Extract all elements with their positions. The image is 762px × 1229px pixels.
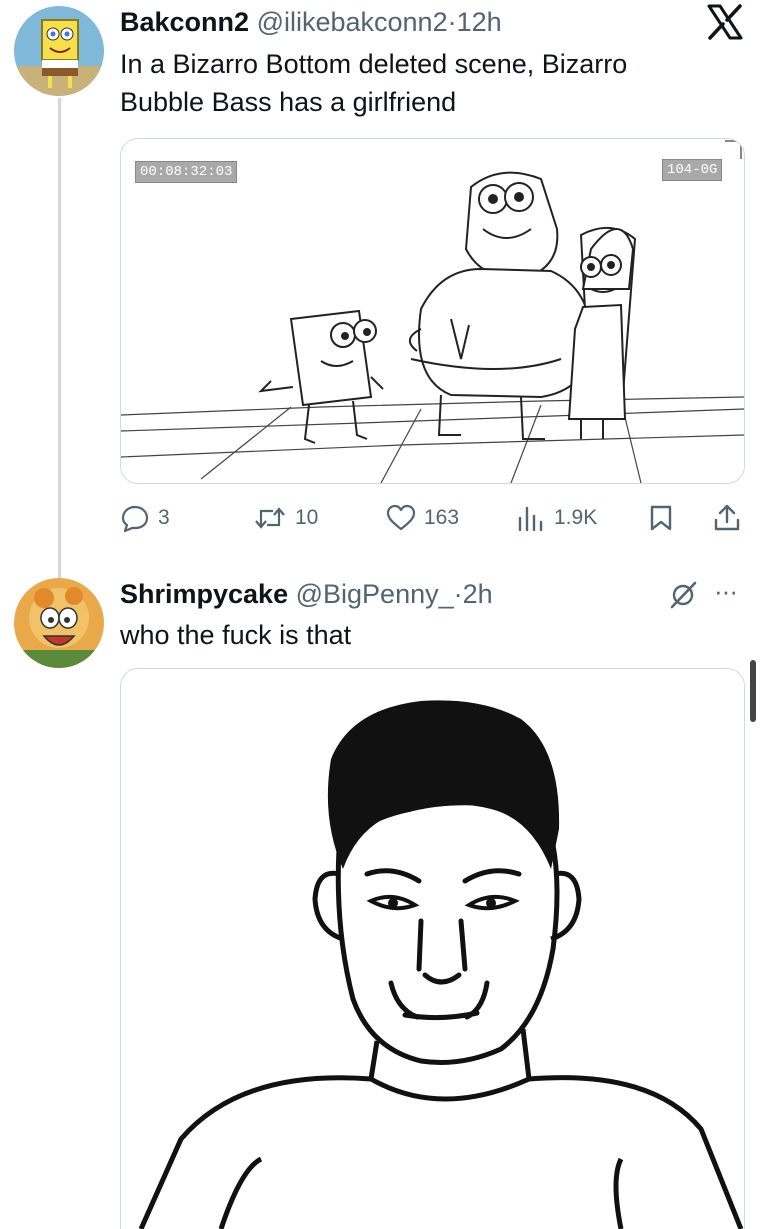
retweet-button[interactable]: 10 (253, 504, 318, 532)
reply-button[interactable]: 3 (120, 504, 170, 532)
avatar-shrimpycake[interactable] (14, 578, 104, 668)
grok-icon (670, 581, 697, 609)
tweet2-text: who the fuck is that (120, 620, 352, 650)
retweet-count: 10 (295, 506, 319, 529)
bookmark-icon (650, 505, 672, 531)
face-drawing (121, 669, 744, 1229)
tweet1-text: In a Bizarro Bottom deleted scene, Bizar… (120, 45, 740, 121)
spongebob-avatar-icon (14, 6, 104, 96)
separator: · (447, 7, 457, 37)
timestamp[interactable]: 2h (463, 579, 493, 609)
cartoon-avatar-icon (14, 578, 104, 668)
tweet2-header: Shrimpycake @BigPenny_·2h (120, 578, 493, 610)
avatar-bakconn2[interactable] (14, 6, 104, 96)
like-icon (386, 504, 416, 531)
storyboard-drawing (121, 139, 744, 483)
like-count: 163 (424, 506, 460, 529)
reply-icon (121, 505, 149, 532)
share-button[interactable] (712, 502, 742, 537)
scene-code-overlay: 104-0G (662, 159, 723, 181)
display-name[interactable]: Shrimpycake (120, 579, 288, 609)
like-button[interactable]: 163 (386, 504, 459, 532)
thread-line (58, 98, 61, 578)
tweet1-text-line1: In a Bizarro Bottom deleted scene, Bizar… (120, 49, 628, 79)
views-count: 1.9K (554, 506, 598, 529)
more-icon[interactable]: ··· (714, 576, 738, 607)
tweet1-media[interactable]: 00:08:32:03 104-0G (120, 138, 745, 484)
x-logo-icon[interactable] (706, 4, 744, 45)
tweet1-text-line2: Bubble Bass has a girlfriend (120, 87, 457, 117)
timecode-overlay: 00:08:32:03 (135, 161, 238, 183)
bookmark-button[interactable] (648, 504, 674, 537)
display-name[interactable]: Bakconn2 (120, 7, 249, 37)
scrollbar-thumb[interactable] (750, 660, 756, 722)
timestamp[interactable]: 12h (457, 7, 502, 37)
handle[interactable]: @ilikebakconn2 (257, 7, 448, 37)
reply-count: 3 (158, 506, 170, 529)
views-icon (518, 506, 543, 532)
views-button[interactable]: 1.9K (516, 504, 597, 532)
tweet2-media[interactable] (120, 668, 745, 1229)
handle[interactable]: @BigPenny_ (296, 579, 454, 609)
retweet-icon (255, 507, 285, 529)
grok-button[interactable] (668, 580, 698, 615)
separator: · (453, 579, 463, 609)
share-icon (714, 504, 740, 531)
tweet1-header: Bakconn2 @ilikebakconn2·12h (120, 6, 502, 38)
